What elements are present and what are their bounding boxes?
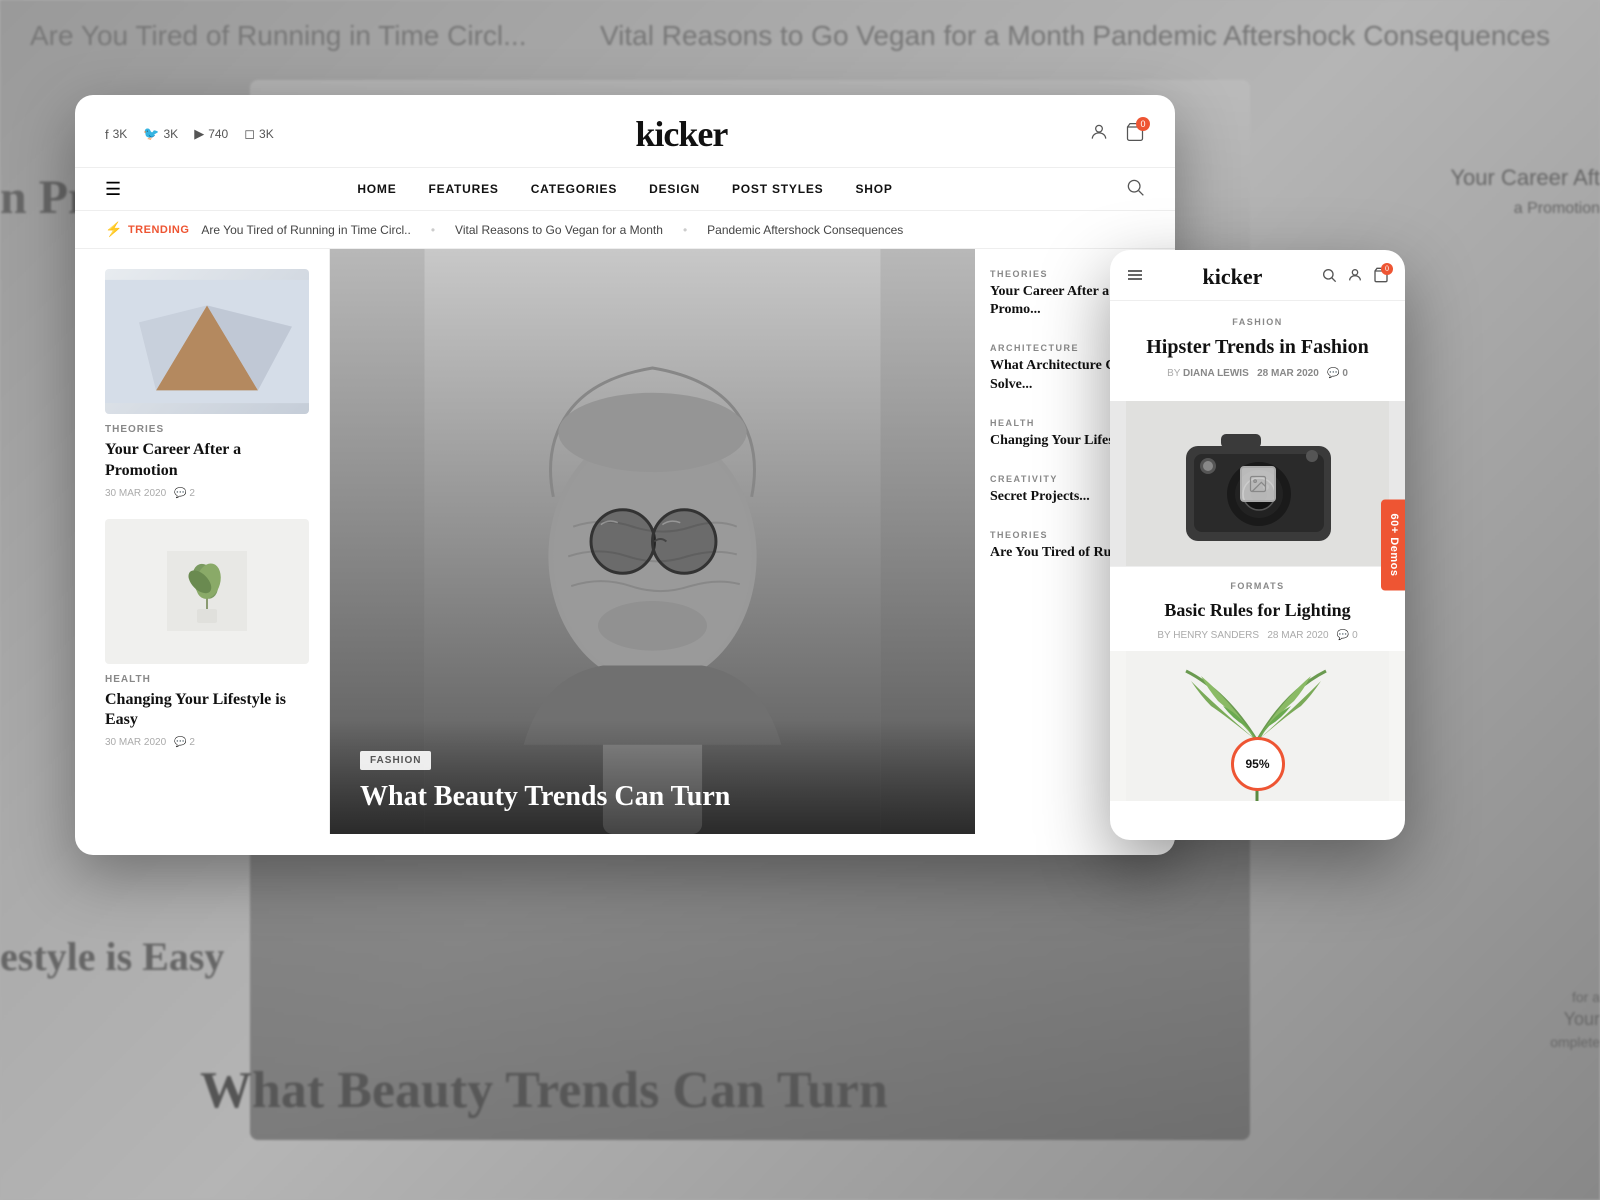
youtube-count: 740 — [208, 127, 228, 141]
nav-design[interactable]: DESIGN — [649, 182, 700, 196]
facebook-icon: f — [105, 127, 109, 142]
social-youtube[interactable]: ▶ 740 — [194, 126, 228, 142]
trending-item-0[interactable]: Are You Tired of Running in Time Circl.. — [201, 223, 410, 237]
mobile-logo[interactable]: kicker — [1203, 264, 1263, 290]
trending-items: Are You Tired of Running in Time Circl..… — [201, 223, 903, 237]
demos-tab[interactable]: 60+ Demos — [1381, 500, 1405, 591]
cart-icon[interactable]: 0 — [1125, 122, 1145, 147]
article-title-1[interactable]: Your Career After a Promotion — [105, 440, 309, 482]
mobile-content: FASHION Hipster Trends in Fashion BY DIA… — [1110, 301, 1405, 840]
mobile-second-article: FORMATS Basic Rules for Lighting BY HENR… — [1110, 566, 1405, 651]
twitter-icon: 🐦 — [143, 126, 159, 142]
cart-badge: 0 — [1136, 117, 1150, 131]
nav-home[interactable]: HOME — [357, 182, 396, 196]
article-thumb-2 — [105, 519, 309, 664]
mobile-hamburger[interactable] — [1126, 266, 1144, 289]
nav-shop[interactable]: SHOP — [855, 182, 892, 196]
trending-label: ⚡ TRENDING — [105, 221, 189, 238]
mobile-featured-author: DIANA LEWIS — [1183, 368, 1249, 379]
mobile-search-icon[interactable] — [1321, 267, 1337, 288]
desktop-window: f 3K 🐦 3K ▶ 740 ◻ 3K kicker 0 — [75, 95, 1175, 855]
center-category: FASHION — [360, 751, 431, 770]
article-category-2: HEALTH — [105, 674, 309, 685]
mobile-second-title[interactable]: Basic Rules for Lighting — [1126, 599, 1389, 622]
mobile-featured-title[interactable]: Hipster Trends in Fashion — [1126, 335, 1389, 360]
hamburger-menu[interactable]: ☰ — [105, 179, 121, 200]
mobile-camera-image — [1110, 401, 1405, 566]
article-comments-2: 💬 2 — [174, 737, 195, 748]
center-article: FASHION What Beauty Trends Can Turn — [330, 249, 975, 834]
main-content: THEORIES Your Career After a Promotion 3… — [75, 249, 1175, 834]
article-card-2: HEALTH Changing Your Lifestyle is Easy 3… — [105, 519, 309, 749]
nav-categories[interactable]: CATEGORIES — [531, 182, 617, 196]
social-instagram[interactable]: ◻ 3K — [244, 126, 273, 142]
image-placeholder-icon — [1240, 466, 1276, 502]
mobile-featured-category: FASHION — [1126, 317, 1389, 327]
article-date-1: 30 MAR 2020 — [105, 488, 166, 499]
site-nav: ☰ HOME FEATURES CATEGORIES DESIGN POST S… — [75, 168, 1175, 211]
nav-features[interactable]: FEATURES — [429, 182, 499, 196]
user-icon[interactable] — [1089, 122, 1109, 147]
nav-post-styles[interactable]: POST STYLES — [732, 182, 823, 196]
mobile-featured-meta: BY DIANA LEWIS 28 MAR 2020 💬 0 — [1126, 368, 1389, 379]
articles-sidebar: THEORIES Your Career After a Promotion 3… — [75, 249, 330, 834]
article-thumb-1 — [105, 269, 309, 414]
site-logo[interactable]: kicker — [635, 113, 727, 155]
nav-links: HOME FEATURES CATEGORIES DESIGN POST STY… — [357, 182, 892, 196]
mobile-cart[interactable]: 0 — [1373, 267, 1389, 288]
mobile-window: kicker 0 FASHION — [1110, 250, 1405, 840]
mobile-second-category: FORMATS — [1126, 581, 1389, 591]
progress-circle: 95% — [1231, 737, 1285, 791]
trending-item-1[interactable]: Vital Reasons to Go Vegan for a Month — [455, 223, 663, 237]
mobile-cart-badge: 0 — [1381, 263, 1393, 275]
mobile-user-icon[interactable] — [1347, 267, 1363, 288]
header-actions: 0 — [1089, 122, 1145, 147]
article-title-2[interactable]: Changing Your Lifestyle is Easy — [105, 690, 309, 732]
instagram-icon: ◻ — [244, 126, 255, 142]
center-title[interactable]: What Beauty Trends Can Turn — [360, 780, 945, 814]
instagram-count: 3K — [259, 127, 274, 141]
lightning-icon: ⚡ — [105, 221, 123, 238]
article-meta-1: 30 MAR 2020 💬 2 — [105, 488, 309, 499]
article-date-2: 30 MAR 2020 — [105, 737, 166, 748]
article-card-1: THEORIES Your Career After a Promotion 3… — [105, 269, 309, 499]
mobile-header: kicker 0 — [1110, 250, 1405, 301]
article-category-1: THEORIES — [105, 424, 309, 435]
youtube-icon: ▶ — [194, 126, 204, 142]
article-comments-1: 💬 2 — [174, 488, 195, 499]
trending-item-2[interactable]: Pandemic Aftershock Consequences — [707, 223, 903, 237]
social-links: f 3K 🐦 3K ▶ 740 ◻ 3K — [105, 126, 274, 142]
twitter-count: 3K — [164, 127, 179, 141]
search-icon[interactable] — [1125, 177, 1145, 202]
site-header: f 3K 🐦 3K ▶ 740 ◻ 3K kicker 0 — [75, 95, 1175, 168]
facebook-count: 3K — [113, 127, 128, 141]
mobile-second-author: HENRY SANDERS — [1173, 630, 1259, 641]
social-facebook[interactable]: f 3K — [105, 127, 127, 142]
article-meta-2: 30 MAR 2020 💬 2 — [105, 737, 309, 748]
trending-bar: ⚡ TRENDING Are You Tired of Running in T… — [75, 211, 1175, 249]
mobile-header-icons: 0 — [1321, 267, 1389, 288]
mobile-featured-article: FASHION Hipster Trends in Fashion BY DIA… — [1110, 301, 1405, 401]
mobile-second-meta: BY HENRY SANDERS 28 MAR 2020 💬 0 — [1126, 630, 1389, 641]
mobile-plant-image: 95% — [1110, 651, 1405, 801]
center-overlay: FASHION What Beauty Trends Can Turn — [330, 720, 975, 834]
social-twitter[interactable]: 🐦 3K — [143, 126, 178, 142]
progress-value: 95% — [1245, 757, 1269, 771]
